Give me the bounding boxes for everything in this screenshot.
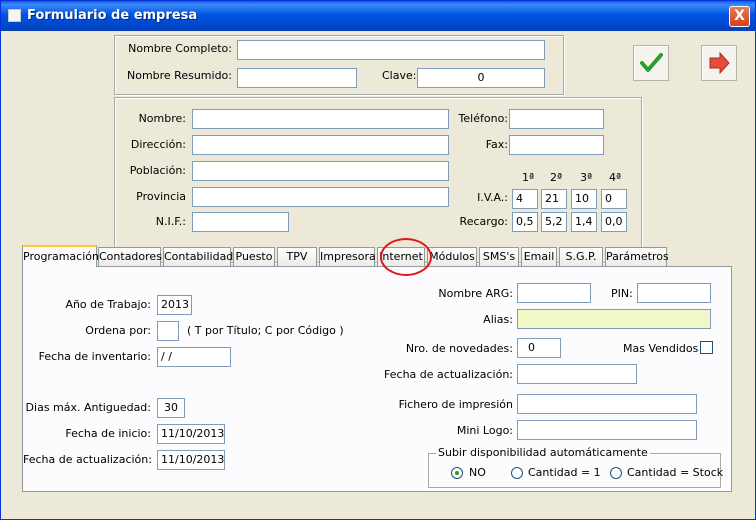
fax-input[interactable]	[509, 135, 604, 155]
nombre-arg-label: Nombre ARG:	[438, 287, 513, 300]
exit-button[interactable]	[701, 45, 737, 81]
recargo-label: Recargo:	[459, 215, 508, 228]
poblacion-input[interactable]	[192, 161, 449, 181]
fecha-actualizacion-label: Fecha de actualización:	[23, 453, 152, 466]
telefono-label: Teléfono:	[458, 112, 508, 125]
recargo-input-2[interactable]: 5,2	[541, 212, 567, 232]
tab-email[interactable]: Email	[521, 247, 557, 266]
rate-header-1: 1ª	[522, 171, 535, 184]
app-icon	[8, 9, 21, 22]
fecha-inicio-label: Fecha de inicio:	[65, 427, 151, 440]
iva-input-1[interactable]: 4	[512, 189, 538, 209]
tab-modulos[interactable]: Módulos	[427, 247, 477, 266]
dias-antiguedad-input[interactable]: 30	[157, 398, 185, 418]
mini-logo-input[interactable]	[517, 420, 697, 440]
iva-label: I.V.A.:	[477, 191, 508, 204]
poblacion-label: Población:	[129, 164, 186, 177]
radio-cantidad-stock[interactable]	[610, 467, 622, 479]
nombre-completo-input[interactable]	[237, 40, 545, 60]
checkmark-icon	[640, 53, 663, 72]
nif-input[interactable]	[192, 212, 289, 232]
ordena-por-label: Ordena por:	[85, 324, 151, 337]
pin-label: PIN:	[611, 287, 633, 300]
window-title: Formulario de empresa	[27, 8, 198, 23]
radio-no-label: NO	[469, 466, 486, 479]
rate-header-4: 4ª	[609, 171, 622, 184]
iva-input-2[interactable]: 21	[541, 189, 567, 209]
iva-input-4[interactable]: 0	[601, 189, 627, 209]
nombre-arg-input[interactable]	[517, 283, 591, 303]
ordena-por-input[interactable]	[157, 321, 179, 341]
rate-header-2: 2ª	[550, 171, 563, 184]
tab-sms[interactable]: SMS's	[479, 247, 519, 266]
ano-trabajo-label: Año de Trabajo:	[65, 298, 151, 311]
nombre-label: Nombre:	[138, 112, 186, 125]
fichero-impresion-label: Fichero de impresión	[398, 398, 513, 411]
fecha-inicio-input[interactable]: 11/10/2013	[157, 424, 225, 444]
fecha-inventario-label: Fecha de inventario:	[38, 350, 151, 363]
direccion-label: Dirección:	[130, 138, 186, 151]
tab-contadores[interactable]: Contadores	[98, 247, 162, 266]
mini-logo-label: Mini Logo:	[456, 424, 513, 437]
ano-trabajo-input[interactable]: 2013	[157, 295, 192, 315]
recargo-input-1[interactable]: 0,5	[512, 212, 538, 232]
fax-label: Fax:	[485, 138, 508, 151]
fecha-inventario-input[interactable]: / /	[157, 347, 231, 367]
nro-novedades-input[interactable]: 0	[517, 338, 561, 358]
accept-button[interactable]	[633, 45, 669, 81]
recargo-input-3[interactable]: 1,4	[571, 212, 597, 232]
fecha-actualizacion-2-input[interactable]	[517, 364, 637, 384]
tab-internet[interactable]: Internet	[377, 247, 425, 266]
pin-input[interactable]	[637, 283, 711, 303]
exit-arrow-icon	[709, 51, 730, 75]
fichero-impresion-input[interactable]	[517, 394, 697, 414]
recargo-input-4[interactable]: 0,0	[601, 212, 627, 232]
fecha-actualizacion-input[interactable]: 11/10/2013	[157, 450, 225, 470]
tab-puesto[interactable]: Puesto	[233, 247, 275, 266]
tab-contabilidad[interactable]: Contabilidad	[163, 247, 233, 266]
tab-impresora[interactable]: Impresora	[319, 247, 376, 266]
telefono-input[interactable]	[509, 109, 604, 129]
alias-input[interactable]	[517, 309, 711, 329]
radio-no[interactable]	[451, 467, 463, 479]
nro-novedades-label: Nro. de novedades:	[405, 342, 513, 355]
radio-cantidad-1-label: Cantidad = 1	[528, 466, 601, 479]
title-bar[interactable]: Formulario de empresa X	[1, 1, 755, 31]
iva-input-3[interactable]: 10	[571, 189, 597, 209]
alias-label: Alias:	[483, 313, 513, 326]
tab-panel-programacion: Año de Trabajo: 2013 Ordena por: ( T por…	[22, 266, 732, 492]
form-client-area: Nombre Completo: Nombre Resumido: Clave:…	[4, 31, 752, 518]
nombre-resumido-input[interactable]	[237, 68, 357, 88]
radio-cantidad-1[interactable]	[511, 467, 523, 479]
tab-parametros[interactable]: Parámetros	[605, 247, 669, 266]
subir-disponibilidad-label: Subir disponibilidad automáticamente	[436, 446, 650, 459]
provincia-input[interactable]	[192, 187, 449, 207]
fecha-actualizacion-2-label: Fecha de actualización:	[384, 368, 513, 381]
close-button[interactable]: X	[729, 6, 750, 27]
nombre-resumido-label: Nombre Resumido:	[126, 69, 232, 82]
nombre-completo-label: Nombre Completo:	[128, 42, 232, 55]
nombre-input[interactable]	[192, 109, 449, 129]
rate-header-3: 3ª	[580, 171, 593, 184]
mas-vendidos-checkbox[interactable]	[700, 341, 713, 354]
radio-cantidad-stock-label: Cantidad = Stock	[627, 466, 724, 479]
nif-label: N.I.F.:	[155, 215, 186, 228]
dias-antiguedad-label: Dias máx. Antiguedad:	[25, 401, 151, 414]
provincia-label: Provincia	[136, 190, 186, 203]
tab-sgp[interactable]: S.G.P.	[559, 247, 603, 266]
clave-input[interactable]: 0	[417, 68, 545, 88]
direccion-input[interactable]	[192, 135, 449, 155]
mas-vendidos-label: Mas Vendidos	[623, 342, 699, 355]
window: Formulario de empresa X Nombre Completo:…	[0, 0, 756, 520]
tab-tpv[interactable]: TPV	[277, 247, 317, 266]
ordena-por-hint: ( T por Título; C por Código )	[187, 324, 344, 337]
clave-label: Clave:	[382, 69, 417, 82]
tab-programacion[interactable]: Programación	[22, 245, 99, 267]
